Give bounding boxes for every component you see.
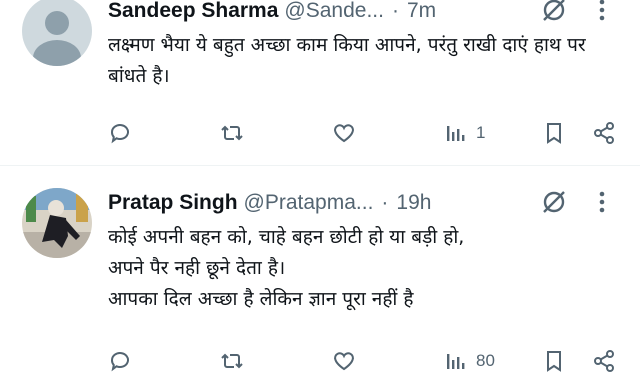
tweet-text-line: अपने पैर नही छूने देता है। (108, 257, 286, 279)
share-icon (594, 122, 614, 144)
more-icon[interactable] (592, 0, 612, 30)
tweet-text: कोई अपनी बहन को, चाहे बहन छोटी हो या बड़… (108, 222, 618, 315)
bookmark-icon (547, 123, 561, 144)
tweet-text-line: कोई अपनी बहन को, चाहे बहन छोटी हो या बड़… (108, 226, 465, 248)
tweet[interactable]: Pratap Singh @Pratapma... · 19h कोई अपनी… (0, 168, 640, 372)
reply-button[interactable] (108, 348, 132, 374)
like-button[interactable] (332, 120, 356, 146)
default-avatar-icon (22, 0, 92, 66)
author-name[interactable]: Pratap Singh (108, 191, 238, 215)
separator: · (391, 0, 399, 22)
timestamp[interactable]: 19h (396, 191, 431, 215)
share-icon (594, 350, 614, 372)
like-button[interactable] (332, 348, 356, 374)
avatar[interactable] (22, 0, 92, 66)
repost-icon (221, 353, 243, 369)
share-button[interactable] (592, 348, 616, 374)
like-icon (334, 124, 354, 143)
tweet-actions: 1 (0, 112, 640, 152)
repost-button[interactable] (220, 348, 244, 374)
author-handle[interactable]: @Sande... (284, 0, 384, 23)
like-icon (334, 352, 354, 371)
grok-icon[interactable] (540, 188, 568, 222)
reply-button[interactable] (108, 120, 132, 146)
divider (0, 165, 640, 166)
share-button[interactable] (592, 120, 616, 146)
bookmark-icon (547, 351, 561, 372)
author-name[interactable]: Sandeep Sharma (108, 0, 278, 23)
separator: · (381, 191, 389, 214)
more-icon[interactable] (592, 188, 612, 222)
bookmark-button[interactable] (542, 120, 566, 146)
repost-button[interactable] (220, 120, 244, 146)
views-count: 1 (476, 123, 486, 142)
author-handle[interactable]: @Pratapma... (244, 191, 374, 215)
views-icon (447, 354, 465, 369)
reply-icon (111, 124, 129, 144)
tweet-text-line: आपका दिल अच्छा है लेकिन ज्ञान पूरा नहीं … (108, 288, 414, 310)
tweet-header: Sandeep Sharma @Sande... · 7m (108, 0, 640, 28)
tweet-header: Pratap Singh @Pratapma... · 19h (108, 186, 640, 220)
views-button[interactable]: 80 (444, 348, 495, 374)
avatar[interactable] (22, 188, 92, 258)
photo-avatar-icon (22, 188, 92, 258)
reply-icon (111, 352, 129, 372)
bookmark-button[interactable] (542, 348, 566, 374)
repost-icon (221, 125, 243, 141)
tweet-actions: 80 (0, 340, 640, 380)
grok-icon[interactable] (540, 0, 568, 30)
views-count: 80 (476, 351, 495, 370)
views-icon (447, 126, 465, 141)
timestamp[interactable]: 7m (407, 0, 436, 23)
tweet-text: लक्ष्मण भैया ये बहुत अच्छा काम किया आपने… (108, 34, 586, 87)
tweet[interactable]: Sandeep Sharma @Sande... · 7m लक्ष्मण भै… (0, 0, 640, 162)
views-button[interactable]: 1 (444, 120, 485, 146)
